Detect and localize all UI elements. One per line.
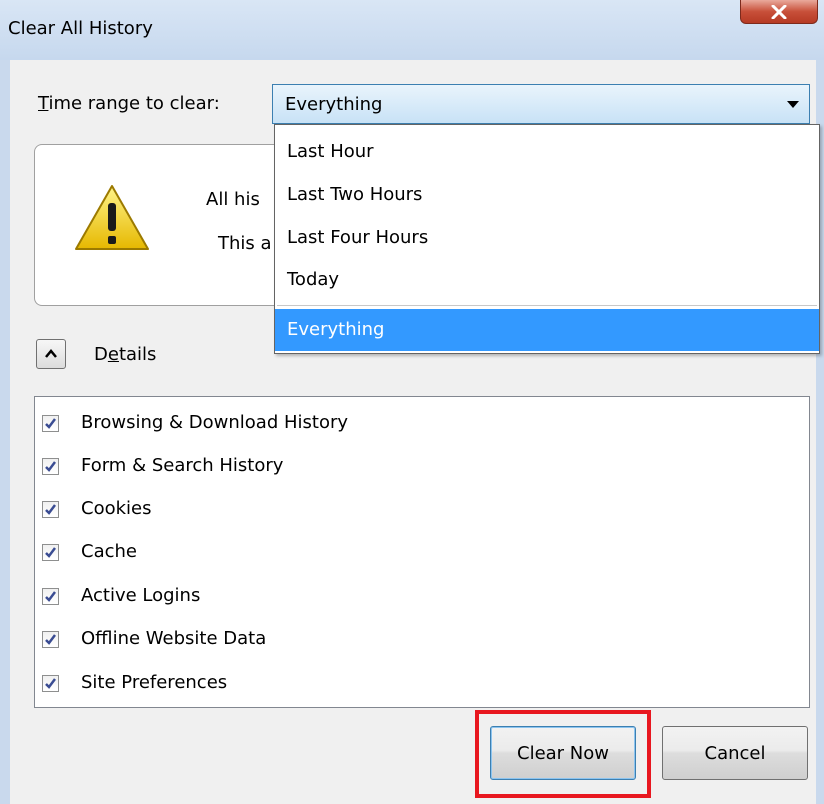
checkmark-icon bbox=[45, 418, 56, 429]
list-item[interactable]: Cache bbox=[35, 531, 795, 571]
checkmark-icon bbox=[45, 504, 56, 515]
checkbox-cookies[interactable] bbox=[42, 501, 59, 518]
chevron-up-icon bbox=[45, 349, 57, 358]
list-item[interactable]: Site Preferences bbox=[35, 662, 795, 702]
time-range-dropdown-list: Last Hour Last Two Hours Last Four Hours… bbox=[274, 124, 820, 354]
dialog-client-area: Time range to clear: Everything All his … bbox=[10, 60, 820, 804]
clear-history-dialog: Clear All History Time range to clear: E… bbox=[0, 0, 824, 804]
warning-text-line-2: This a bbox=[218, 233, 272, 254]
chevron-down-icon bbox=[787, 101, 799, 108]
list-item[interactable]: Browsing & Download History bbox=[35, 402, 795, 442]
details-toggle-button[interactable] bbox=[36, 339, 66, 369]
warning-panel bbox=[34, 144, 274, 306]
window-title: Clear All History bbox=[8, 18, 153, 39]
checkbox-browsing-download-history[interactable] bbox=[42, 415, 59, 432]
close-icon bbox=[771, 4, 787, 19]
time-range-selected-value: Everything bbox=[285, 94, 383, 115]
checkmark-icon bbox=[45, 547, 56, 558]
option-everything[interactable]: Everything bbox=[275, 309, 819, 351]
option-today[interactable]: Today bbox=[275, 259, 819, 301]
clear-now-button[interactable]: Clear Now bbox=[490, 726, 636, 780]
close-button[interactable] bbox=[740, 0, 818, 24]
checkmark-icon bbox=[45, 461, 56, 472]
window-frame-left bbox=[0, 60, 10, 804]
checkmark-icon bbox=[45, 591, 56, 602]
history-items-list: Browsing & Download History Form & Searc… bbox=[34, 396, 810, 708]
warning-text-line-1: All his bbox=[206, 189, 260, 210]
option-last-two-hours[interactable]: Last Two Hours bbox=[275, 174, 819, 216]
checkmark-icon bbox=[45, 634, 56, 645]
title-bar: Clear All History bbox=[0, 0, 824, 60]
list-item[interactable]: Form & Search History bbox=[35, 445, 795, 485]
checkmark-icon bbox=[45, 678, 56, 689]
list-item[interactable]: Offline Website Data bbox=[35, 618, 795, 658]
list-item[interactable]: Cookies bbox=[35, 488, 795, 528]
checkbox-offline-website-data[interactable] bbox=[42, 631, 59, 648]
option-last-hour[interactable]: Last Hour bbox=[275, 131, 819, 173]
details-label: Details bbox=[94, 344, 157, 365]
time-range-label: Time range to clear: bbox=[38, 93, 220, 114]
list-item[interactable]: Active Logins bbox=[35, 575, 795, 615]
option-last-four-hours[interactable]: Last Four Hours bbox=[275, 217, 819, 259]
time-range-select[interactable]: Everything bbox=[272, 84, 810, 124]
cancel-button[interactable]: Cancel bbox=[662, 726, 808, 780]
checkbox-active-logins[interactable] bbox=[42, 588, 59, 605]
warning-triangle-icon bbox=[75, 185, 149, 250]
checkbox-form-search-history[interactable] bbox=[42, 458, 59, 475]
checkbox-cache[interactable] bbox=[42, 544, 59, 561]
dropdown-separator bbox=[277, 305, 817, 306]
checkbox-site-preferences[interactable] bbox=[42, 675, 59, 692]
